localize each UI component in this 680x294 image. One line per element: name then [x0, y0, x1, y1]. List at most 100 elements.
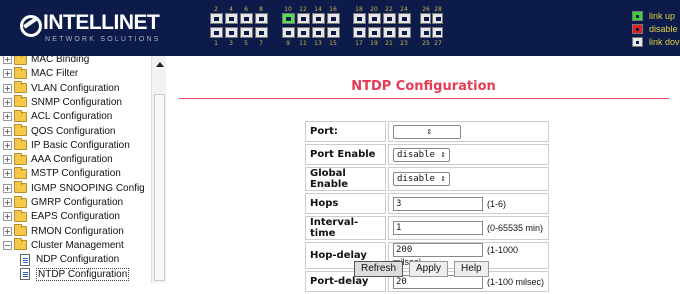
port-icon[interactable]: [383, 13, 396, 24]
tree-item[interactable]: + SNMP Configuration: [0, 95, 122, 110]
folder-icon: [14, 181, 27, 194]
tree-item[interactable]: + MSTP Configuration: [0, 166, 121, 181]
expand-icon[interactable]: +: [3, 226, 12, 236]
tree-item-label: IGMP SNOOPING Config: [31, 182, 145, 194]
tree-item-label: AAA Configuration: [31, 154, 113, 166]
port-icon[interactable]: [225, 27, 238, 38]
tree-item[interactable]: NTDP Configuration: [0, 267, 130, 282]
tree-item[interactable]: + IP Basic Configuration: [0, 138, 130, 153]
tree-item[interactable]: + MAC Filter: [0, 66, 78, 81]
range-hint: (1-100 milsec): [487, 276, 545, 287]
expand-icon[interactable]: +: [3, 83, 12, 93]
scroll-thumb[interactable]: [154, 94, 165, 281]
expand-icon[interactable]: +: [3, 198, 12, 207]
port-number-label: 18: [355, 6, 363, 13]
config-value-cell: ⇕: [388, 121, 549, 142]
select-dropdown[interactable]: ⇕: [393, 124, 461, 139]
tree-item-label: ACL Configuration: [31, 111, 113, 123]
port-icon[interactable]: [210, 13, 223, 24]
refresh-button[interactable]: Refresh: [354, 261, 404, 277]
port-icon[interactable]: [420, 27, 431, 38]
expand-icon[interactable]: +: [3, 212, 12, 222]
port-icon[interactable]: [398, 27, 411, 38]
port-icon[interactable]: [432, 27, 443, 38]
expand-icon[interactable]: +: [3, 183, 12, 193]
port-icon[interactable]: [255, 13, 268, 24]
port-icon[interactable]: [327, 13, 340, 24]
folder-icon: [14, 95, 27, 108]
port-icon[interactable]: [327, 27, 340, 38]
port-icon[interactable]: [398, 13, 411, 24]
expand-icon[interactable]: +: [3, 126, 12, 136]
port-icon[interactable]: [297, 27, 310, 38]
select-value: disable: [397, 174, 435, 184]
collapse-icon[interactable]: −: [3, 240, 12, 250]
expand-icon[interactable]: +: [3, 112, 12, 122]
port-icon[interactable]: [210, 27, 223, 38]
folder-icon: [14, 81, 27, 94]
expand-icon[interactable]: +: [3, 155, 12, 165]
text-input[interactable]: 3: [393, 196, 483, 211]
tree-item[interactable]: + AAA Configuration: [0, 152, 113, 167]
tree-item[interactable]: + QOS Configuration: [0, 124, 116, 139]
port-icon[interactable]: [432, 13, 443, 24]
port-number-label: 24: [400, 6, 408, 13]
port-number-label: 16: [329, 6, 337, 13]
folder-icon: [14, 166, 27, 179]
tree-item-label: GMRP Configuration: [31, 197, 124, 208]
port-icon[interactable]: [255, 27, 268, 38]
expand-icon[interactable]: +: [3, 56, 12, 64]
port-icon[interactable]: [240, 27, 253, 38]
port-icon[interactable]: [297, 13, 310, 24]
port-number-label: 21: [385, 40, 393, 47]
port-number-label: 22: [385, 6, 393, 13]
tree-item-label: IP Basic Configuration: [31, 139, 130, 151]
folder-icon: [14, 109, 27, 122]
port-icon[interactable]: [312, 13, 325, 24]
expand-icon[interactable]: +: [3, 140, 12, 150]
config-label: Port:: [305, 121, 386, 142]
logo-text: INTELLINET: [43, 11, 160, 34]
port-number-label: 14: [314, 6, 322, 13]
port-icon[interactable]: [282, 27, 295, 38]
tree-item[interactable]: NDP Configuration: [0, 252, 119, 267]
folder-icon: [14, 209, 27, 222]
port-number-label: 11: [299, 40, 307, 47]
expand-icon[interactable]: +: [3, 97, 12, 107]
text-input[interactable]: 200: [393, 243, 483, 257]
config-row: Port Enable disable ⇕: [305, 144, 549, 165]
tree-item[interactable]: + VLAN Configuration: [0, 81, 119, 96]
port-icon[interactable]: [368, 27, 381, 38]
tree-item[interactable]: + IGMP SNOOPING Config: [0, 181, 145, 196]
tree-item[interactable]: + RMON Configuration: [0, 224, 124, 239]
port-icon[interactable]: [353, 13, 366, 24]
port-icon[interactable]: [353, 27, 366, 38]
scroll-up-icon[interactable]: [153, 59, 166, 71]
intellinet-logo: INTELLINET NETWORK SOLUTIONS: [19, 10, 169, 50]
tree-item[interactable]: + ACL Configuration: [0, 109, 112, 124]
expand-icon[interactable]: +: [3, 169, 12, 179]
select-dropdown[interactable]: disable ⇕: [393, 172, 450, 186]
expand-icon[interactable]: +: [3, 69, 12, 79]
port-number-label: 9: [286, 40, 290, 47]
port-icon[interactable]: [225, 13, 238, 24]
config-value-cell: disable ⇕: [388, 167, 549, 191]
port-number-label: 15: [329, 40, 337, 47]
tree-item[interactable]: − Cluster Management: [0, 238, 124, 253]
port-icon[interactable]: [383, 27, 396, 38]
page-icon: [20, 268, 30, 280]
port-icon[interactable]: [312, 27, 325, 38]
tree-item[interactable]: + EAPS Configuration: [0, 209, 120, 224]
port-icon[interactable]: [240, 13, 253, 24]
sidebar-scrollbar[interactable]: [151, 56, 166, 283]
port-icon[interactable]: [282, 13, 295, 24]
title-divider: [179, 98, 669, 99]
port-number-label: 23: [400, 40, 408, 47]
apply-button[interactable]: Apply: [409, 261, 449, 277]
text-input[interactable]: 1: [393, 221, 483, 235]
port-icon[interactable]: [368, 13, 381, 24]
tree-item[interactable]: + GMRP Configuration: [0, 195, 123, 210]
help-button[interactable]: Help: [454, 261, 489, 277]
port-icon[interactable]: [420, 13, 431, 24]
select-dropdown[interactable]: disable ⇕: [393, 147, 450, 162]
